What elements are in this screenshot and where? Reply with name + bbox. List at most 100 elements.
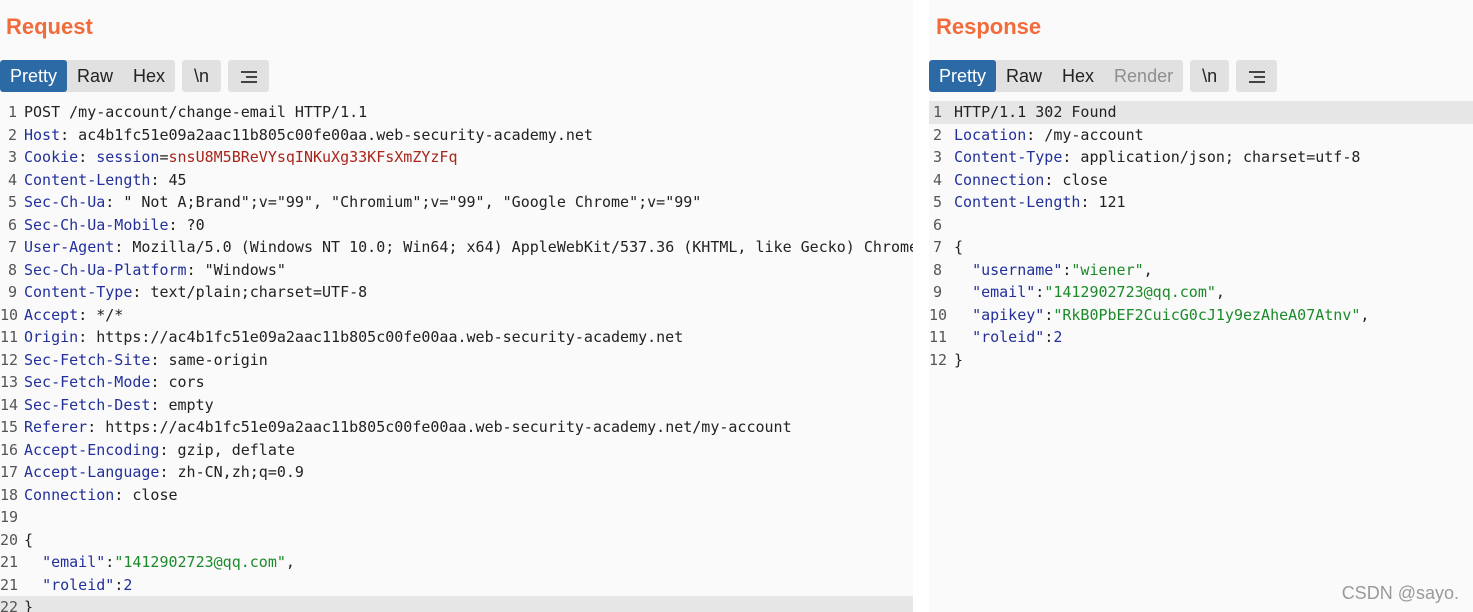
request-tab-raw[interactable]: Raw [67,60,123,92]
code-token: : [1044,328,1054,346]
code-token: : text/plain;charset=UTF-8 [132,283,368,301]
line-number: 5 [932,193,942,211]
line-number: 13 [0,373,19,391]
response-view-tabs: Pretty Raw Hex Render [929,60,1184,92]
line-number: 9 [932,283,942,301]
code-token: "email" [42,553,106,571]
line-text: Origin: https://ac4b1fc51e09a2aac11b805c… [24,326,683,349]
code-token: : Mozilla/5.0 (Windows NT 10.0; Win64; x… [114,238,913,256]
line-number: 6 [932,215,942,234]
response-newline-toggle[interactable]: \n [1190,60,1230,92]
response-code-line: 7{ [929,236,1473,259]
response-code-line: 11 "roleid":2 [929,326,1473,349]
response-code-line: 10 "apikey":"RkB0PbEF2CuicG0cJ1y9ezAheA0… [929,304,1473,327]
code-token: Accept-Language [24,463,160,481]
request-editor[interactable]: 1 POST /my-account/change-email HTTP/1.1 2… [0,101,913,612]
code-token: : [1044,305,1054,324]
line-number: 4 [932,170,942,189]
line-text: Sec-Ch-Ua: " Not A;Brand";v="99", "Chrom… [24,191,701,214]
line-number: 4 [7,170,17,189]
line-number: 10 [929,305,948,324]
line-text: Cookie: session=snsU8M5BReVYsqINKuXg33KF… [24,146,457,169]
response-code-line: 4 Connection: close [929,169,1473,192]
response-title: Response [936,14,1042,39]
code-token: , [285,553,295,571]
request-menu-button[interactable] [228,60,270,92]
request-code-line: 8 Sec-Ch-Ua-Platform: "Windows" [0,259,913,282]
code-token: : empty [150,395,214,414]
request-tab-hex[interactable]: Hex [123,60,175,92]
code-token: Sec-Ch-Ua-Platform [24,260,187,279]
code-token: snsU8M5BReVYsqINKuXg33KFsXmZYzFq [168,148,458,166]
request-pane: Request Pretty Raw Hex \n 1 POST /my-acco… [0,0,913,612]
code-token: "wiener" [1071,260,1144,279]
line-number: 18 [0,485,19,504]
line-number: 3 [932,148,942,166]
code-token: Content-Type [24,283,133,301]
line-number: 12 [929,350,948,369]
code-token: "email" [972,283,1036,301]
code-token: : close [1044,170,1108,189]
line-number: 1 [932,103,942,121]
request-code-line: 14 Sec-Fetch-Dest: empty [0,394,913,417]
code-token: : */* [78,305,124,324]
code-token: : [114,575,124,594]
request-code-line: 1 POST /my-account/change-email HTTP/1.1 [0,101,913,124]
code-token: User-Agent [24,238,115,256]
response-tab-pretty[interactable]: Pretty [929,60,997,92]
response-tab-hex[interactable]: Hex [1052,60,1104,92]
code-token: : close [114,485,178,504]
request-tab-pretty[interactable]: Pretty [0,60,68,92]
line-text: Content-Type: text/plain;charset=UTF-8 [24,281,367,304]
request-code-line: 22} [0,596,913,612]
code-token: : gzip, deflate [159,440,295,459]
line-number: 10 [0,305,19,324]
code-token: : application/json; charset=utf-8 [1062,148,1361,166]
code-token: = [159,148,169,166]
code-token: Cookie [24,148,79,166]
line-text: Sec-Ch-Ua-Mobile: ?0 [24,214,205,237]
response-menu-button[interactable] [1236,60,1278,92]
response-tab-render: Render [1114,66,1174,86]
pane-divider[interactable] [913,0,929,612]
request-newline-toggle[interactable]: \n [182,60,222,92]
code-token: { [954,238,964,256]
line-number: 3 [7,148,17,166]
line-number: 9 [7,283,17,301]
response-toolbar: Pretty Raw Hex Render \n [929,60,1278,92]
code-token: : "Windows" [186,260,286,279]
code-token: POST /my-account/change-email HTTP/1.1 [24,103,368,121]
code-token: Accept-Encoding [24,440,160,459]
line-number: 19 [0,508,19,526]
line-text: } [954,349,963,372]
request-code-line: 5 Sec-Ch-Ua: " Not A;Brand";v="99", "Chro… [0,191,913,214]
code-token: Sec-Fetch-Mode [24,373,151,391]
line-number: 5 [7,193,17,211]
line-number: 14 [0,395,19,414]
line-number: 11 [929,328,948,346]
code-token: "1412902723@qq.com" [114,553,286,571]
code-token: : [78,148,97,166]
response-tab-raw[interactable]: Raw [996,60,1052,92]
request-title: Request [6,14,93,39]
request-toolbar: Pretty Raw Hex \n [0,60,270,92]
code-token: Sec-Fetch-Site [24,350,151,369]
response-code-line: 9 "email":"1412902723@qq.com", [929,281,1473,304]
code-token: , [1360,305,1370,324]
response-code-line: 1 HTTP/1.1 302 Found [929,101,1473,124]
line-text: "username":"wiener", [954,259,1153,282]
code-token: Origin [24,328,79,346]
line-number: 11 [0,328,19,346]
line-text: Connection: close [954,169,1108,192]
code-token: "roleid" [42,575,115,594]
line-text: Sec-Fetch-Dest: empty [24,394,214,417]
request-code-line: 2 Host: ac4b1fc51e09a2aac11b805c00fe00aa.… [0,124,913,147]
response-code-line: 5 Content-Length: 121 [929,191,1473,214]
line-text: "roleid":2 [24,574,132,597]
request-code-line: 10 Accept: */* [0,304,913,327]
response-editor[interactable]: 1 HTTP/1.1 302 Found 2 Location: /my-accoun… [929,101,1473,612]
